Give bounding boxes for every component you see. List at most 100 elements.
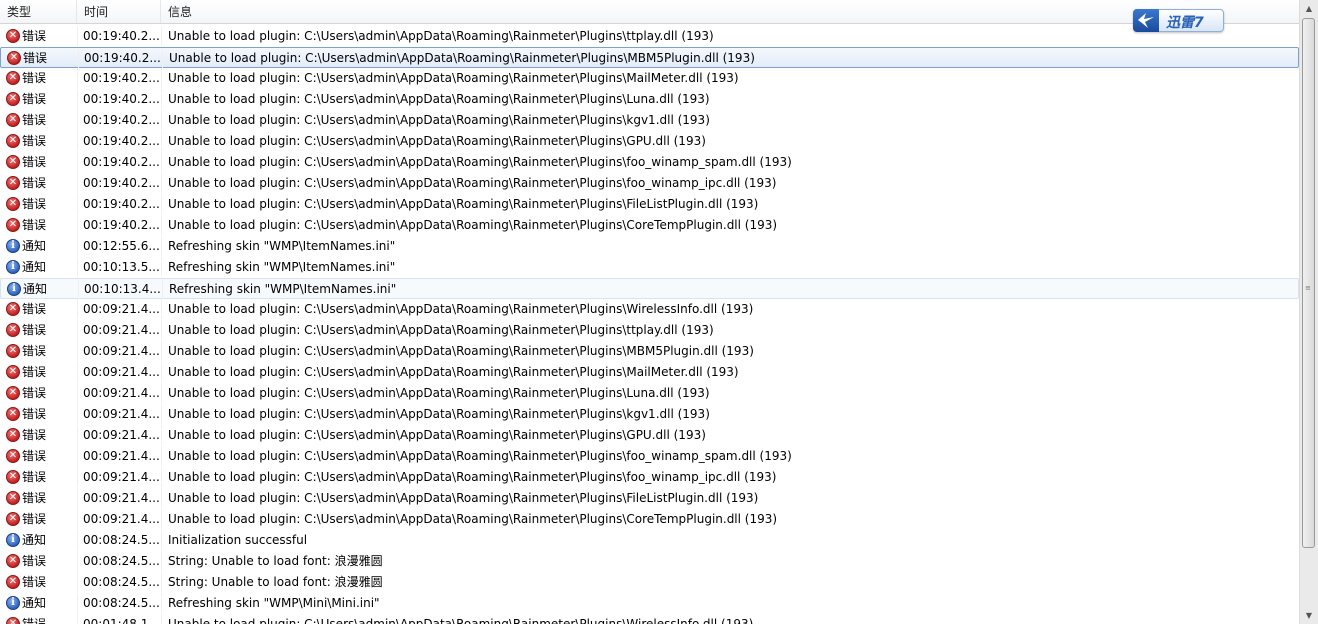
table-row[interactable]: ✕ 错误 00:09:21.4... Unable to load plugin: C… xyxy=(0,299,1299,320)
row-type-label: 错误 xyxy=(22,92,47,106)
table-row[interactable]: i 通知 00:10:13.5... Refreshing skin "WMP\Ite… xyxy=(0,257,1299,278)
column-header-type[interactable]: 类型 xyxy=(0,0,77,23)
table-row[interactable]: ✕ 错误 00:09:21.4... Unable to load plugin: C… xyxy=(0,425,1299,446)
xunlei-badge[interactable]: 迅雷7 xyxy=(1133,9,1224,32)
row-type-cell: ✕ 错误 xyxy=(6,110,76,130)
column-separator xyxy=(161,572,162,592)
column-separator xyxy=(161,530,162,550)
column-separator xyxy=(161,236,162,256)
column-separator xyxy=(161,257,162,277)
row-type-label: 错误 xyxy=(22,365,47,379)
log-list-view[interactable]: 类型 时间 信息 ✕ 错误 00:19:40.2... Unable to load … xyxy=(0,0,1299,624)
table-row[interactable]: i 通知 00:08:24.5... Initialization successfu… xyxy=(0,530,1299,551)
table-row[interactable]: ✕ 错误 00:19:40.2... Unable to load plugin: C… xyxy=(0,152,1299,173)
row-time-cell: 00:08:24.5... xyxy=(83,596,159,610)
column-separator xyxy=(161,551,162,571)
column-separator xyxy=(77,194,78,214)
table-row[interactable]: ✕ 错误 00:08:24.5... String: Unable to load f… xyxy=(0,572,1299,593)
row-time-cell: 00:19:40.2... xyxy=(83,71,159,85)
row-type-cell: ✕ 错误 xyxy=(6,362,76,382)
column-separator xyxy=(161,152,162,172)
table-row[interactable]: ✕ 错误 00:19:40.2... Unable to load plugin: C… xyxy=(0,110,1299,131)
table-row[interactable]: ✕ 错误 00:19:40.2... Unable to load plugin: C… xyxy=(0,173,1299,194)
row-info-cell: Unable to load plugin: C:\Users\admin\Ap… xyxy=(168,323,714,337)
table-row[interactable]: ✕ 错误 00:09:21.4... Unable to load plugin: C… xyxy=(0,467,1299,488)
scroll-up-arrow-icon[interactable]: ▲ xyxy=(1300,0,1318,17)
table-row[interactable]: ✕ 错误 00:19:40.2... Unable to load plugin: C… xyxy=(0,26,1299,47)
table-row[interactable]: ✕ 错误 00:19:40.2... Unable to load plugin: C… xyxy=(0,131,1299,152)
row-type-cell: i 通知 xyxy=(6,236,76,256)
table-row[interactable]: ✕ 错误 00:09:21.4... Unable to load plugin: C… xyxy=(0,509,1299,530)
row-type-cell: i 通知 xyxy=(6,593,76,613)
row-type-cell: ✕ 错误 xyxy=(6,551,76,571)
row-time-cell: 00:19:40.2... xyxy=(83,155,159,169)
table-row[interactable]: i 通知 00:12:55.6... Refreshing skin "WMP\Ite… xyxy=(0,236,1299,257)
row-type-cell: ✕ 错误 xyxy=(6,89,76,109)
column-separator xyxy=(77,341,78,361)
table-row[interactable]: ✕ 错误 00:09:21.4... Unable to load plugin: C… xyxy=(0,362,1299,383)
row-type-cell: ✕ 错误 xyxy=(6,26,76,46)
row-type-cell: ✕ 错误 xyxy=(6,341,76,361)
row-type-cell: ✕ 错误 xyxy=(6,404,76,424)
row-type-label: 错误 xyxy=(22,575,47,589)
column-header-time[interactable]: 时间 xyxy=(77,0,161,23)
error-icon: ✕ xyxy=(6,175,20,190)
table-row[interactable]: ✕ 错误 00:19:40.2... Unable to load plugin: C… xyxy=(0,89,1299,110)
row-info-cell: Unable to load plugin: C:\Users\admin\Ap… xyxy=(168,470,777,484)
column-separator xyxy=(161,362,162,382)
column-separator xyxy=(161,488,162,508)
table-row[interactable]: ✕ 错误 00:19:40.2... Unable to load plugin: C… xyxy=(0,47,1299,68)
table-row[interactable]: i 通知 00:08:24.5... Refreshing skin "WMP\Min… xyxy=(0,593,1299,614)
row-info-cell: Unable to load plugin: C:\Users\admin\Ap… xyxy=(168,365,739,379)
column-separator xyxy=(77,383,78,403)
error-icon: ✕ xyxy=(6,28,20,43)
column-separator xyxy=(161,593,162,613)
info-icon: i xyxy=(6,595,20,610)
row-info-cell: Refreshing skin "WMP\ItemNames.ini" xyxy=(169,282,397,296)
table-row[interactable]: ✕ 错误 00:19:40.2... Unable to load plugin: C… xyxy=(0,194,1299,215)
row-type-cell: ✕ 错误 xyxy=(6,614,76,624)
scroll-down-arrow-icon[interactable]: ▼ xyxy=(1300,607,1318,624)
table-row[interactable]: ✕ 错误 00:19:40.2... Unable to load plugin: C… xyxy=(0,215,1299,236)
info-icon: i xyxy=(6,238,20,253)
info-icon: i xyxy=(7,281,21,296)
vertical-scrollbar[interactable]: ▲ ≡ ▼ xyxy=(1299,0,1318,624)
scrollbar-thumb[interactable]: ≡ xyxy=(1302,18,1315,548)
row-info-cell: Unable to load plugin: C:\Users\admin\Ap… xyxy=(168,407,710,421)
table-row[interactable]: ✕ 错误 00:09:21.4... Unable to load plugin: C… xyxy=(0,488,1299,509)
error-icon: ✕ xyxy=(6,196,20,211)
row-type-label: 通知 xyxy=(22,260,47,274)
error-icon: ✕ xyxy=(6,574,20,589)
row-time-cell: 00:08:24.5... xyxy=(83,533,159,547)
error-icon: ✕ xyxy=(6,217,20,232)
row-type-cell: ✕ 错误 xyxy=(7,48,77,68)
column-header-info[interactable]: 信息 xyxy=(161,0,1299,23)
error-icon: ✕ xyxy=(6,112,20,127)
column-separator xyxy=(78,48,79,68)
column-separator xyxy=(77,467,78,487)
row-time-cell: 00:19:40.2... xyxy=(83,92,159,106)
table-row[interactable]: ✕ 错误 00:09:21.4... Unable to load plugin: C… xyxy=(0,446,1299,467)
table-row[interactable]: ✕ 错误 00:09:21.4... Unable to load plugin: C… xyxy=(0,383,1299,404)
row-time-cell: 00:19:40.2... xyxy=(83,197,159,211)
row-type-cell: ✕ 错误 xyxy=(6,467,76,487)
table-row[interactable]: ✕ 错误 00:09:21.4... Unable to load plugin: C… xyxy=(0,404,1299,425)
column-separator xyxy=(77,593,78,613)
row-type-cell: ✕ 错误 xyxy=(6,194,76,214)
row-info-cell: Unable to load plugin: C:\Users\admin\Ap… xyxy=(168,302,754,316)
error-icon: ✕ xyxy=(6,364,20,379)
column-separator xyxy=(77,488,78,508)
table-row[interactable]: ✕ 错误 00:09:21.4... Unable to load plugin: C… xyxy=(0,341,1299,362)
table-row[interactable]: ✕ 错误 00:01:48.1... Unable to load plugin: C… xyxy=(0,614,1299,624)
table-row[interactable]: ✕ 错误 00:08:24.5... String: Unable to load f… xyxy=(0,551,1299,572)
table-row[interactable]: ✕ 错误 00:09:21.4... Unable to load plugin: C… xyxy=(0,320,1299,341)
row-type-cell: i 通知 xyxy=(7,279,77,299)
table-row[interactable]: i 通知 00:10:13.4... Refreshing skin "WMP\Ite… xyxy=(0,278,1299,299)
error-icon: ✕ xyxy=(6,427,20,442)
row-time-cell: 00:19:40.2... xyxy=(83,218,159,232)
column-separator xyxy=(161,425,162,445)
row-type-label: 错误 xyxy=(22,491,47,505)
column-separator xyxy=(77,26,78,46)
table-row[interactable]: ✕ 错误 00:19:40.2... Unable to load plugin: C… xyxy=(0,68,1299,89)
row-type-label: 通知 xyxy=(22,239,47,253)
